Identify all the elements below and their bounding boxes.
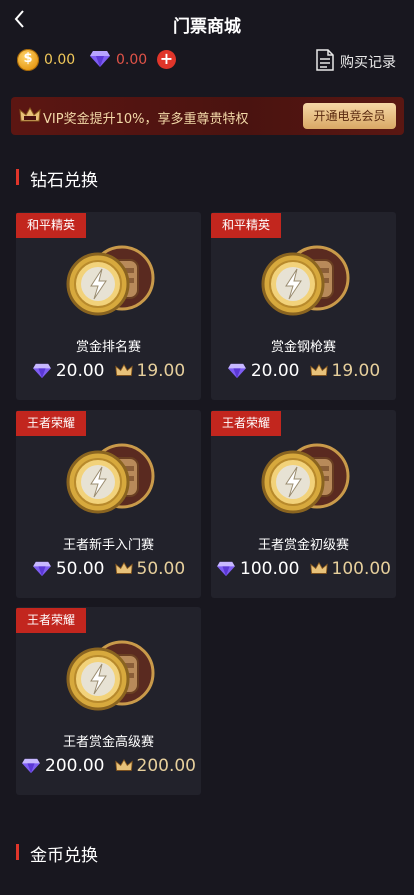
- game-tag: 和平精英: [16, 213, 87, 238]
- vip-price: 200.00: [136, 755, 196, 776]
- vip-banner-text: VIP奖金提升10%，享多重尊贵特权: [43, 112, 249, 127]
- ticket-coin-icon: [66, 443, 155, 514]
- ticket-prices: 50.00 50.00: [16, 558, 201, 582]
- page-title: 门票商城: [173, 17, 241, 37]
- ticket-prices: 20.00 19.00: [211, 360, 396, 384]
- vip-price: 100.00: [331, 558, 391, 579]
- coin-symbol: $: [23, 51, 33, 66]
- ticket-coin-icon: [261, 443, 350, 514]
- header: 门票商城: [0, 0, 414, 44]
- vip-price: 19.00: [331, 360, 381, 381]
- receipt-icon[interactable]: [315, 48, 335, 72]
- ticket-card[interactable]: 和平精英 赏金钢枪赛 20.00 19.00: [211, 212, 396, 400]
- diamond-icon: [217, 561, 235, 576]
- crown-icon: [114, 758, 133, 771]
- ticket-card[interactable]: 和平精英 赏金排名赛 20.00 19.00: [16, 212, 201, 400]
- ticket-card[interactable]: 王者荣耀 王者新手入门赛 50.00 50.00: [16, 410, 201, 598]
- section-accent-bar: [16, 844, 19, 860]
- ticket-prices: 100.00 100.00: [211, 558, 396, 582]
- purchase-record-link[interactable]: 购买记录: [340, 52, 396, 72]
- diamond-price: 50.00: [55, 558, 105, 579]
- ticket-name: 王者赏金初级赛: [257, 538, 349, 553]
- diamond-price: 20.00: [250, 360, 300, 381]
- game-tag: 王者荣耀: [16, 608, 87, 633]
- section-title-text: 钻石兑换: [30, 171, 98, 191]
- balance-bar: $ 0.00 0.00 + 购买记录: [0, 44, 414, 76]
- ticket-name: 赏金钢枪赛: [270, 340, 336, 355]
- ticket-name: 王者新手入门赛: [62, 538, 154, 553]
- open-vip-button[interactable]: 开通电竞会员: [303, 103, 396, 129]
- vip-price: 50.00: [136, 558, 186, 579]
- diamond-balance: 0.00: [116, 52, 148, 68]
- game-tag: 王者荣耀: [16, 411, 87, 436]
- crown-icon: [114, 363, 133, 376]
- ticket-prices: 200.00 200.00: [16, 755, 201, 779]
- diamond-icon: [22, 758, 40, 773]
- ticket-name: 赏金排名赛: [75, 340, 141, 355]
- diamond-icon: [32, 363, 51, 378]
- add-diamond-button[interactable]: +: [157, 50, 176, 69]
- crown-icon: [309, 561, 328, 574]
- section-accent-bar: [16, 169, 19, 185]
- crown-icon: [114, 561, 133, 574]
- crown-icon: [309, 363, 328, 376]
- diamond-price: 20.00: [55, 360, 105, 381]
- diamond-price: 100.00: [240, 558, 300, 579]
- vip-banner[interactable]: VIP奖金提升10%，享多重尊贵特权 开通电竞会员: [11, 97, 404, 135]
- vip-crown-icon: [19, 106, 41, 122]
- diamond-icon: [32, 561, 51, 576]
- diamond-price: 200.00: [45, 755, 105, 776]
- game-tag: 王者荣耀: [211, 411, 282, 436]
- vip-price: 19.00: [136, 360, 186, 381]
- section-title-text: 金币兑换: [30, 846, 98, 866]
- ticket-name: 王者赏金高级赛: [62, 735, 154, 750]
- ticket-coin-icon: [66, 640, 155, 711]
- ticket-coin-icon: [261, 245, 350, 316]
- ticket-card[interactable]: 王者荣耀 王者赏金高级赛 200.00 200.00: [16, 607, 201, 795]
- game-tag: 和平精英: [211, 213, 282, 238]
- coin-balance: 0.00: [44, 52, 76, 68]
- ticket-prices: 20.00 19.00: [16, 360, 201, 384]
- gold-coin-icon: $: [17, 49, 39, 71]
- ticket-card[interactable]: 王者荣耀 王者赏金初级赛 100.00 100.00: [211, 410, 396, 598]
- ticket-coin-icon: [66, 245, 155, 316]
- diamond-icon: [227, 363, 246, 378]
- diamond-icon: [90, 51, 110, 67]
